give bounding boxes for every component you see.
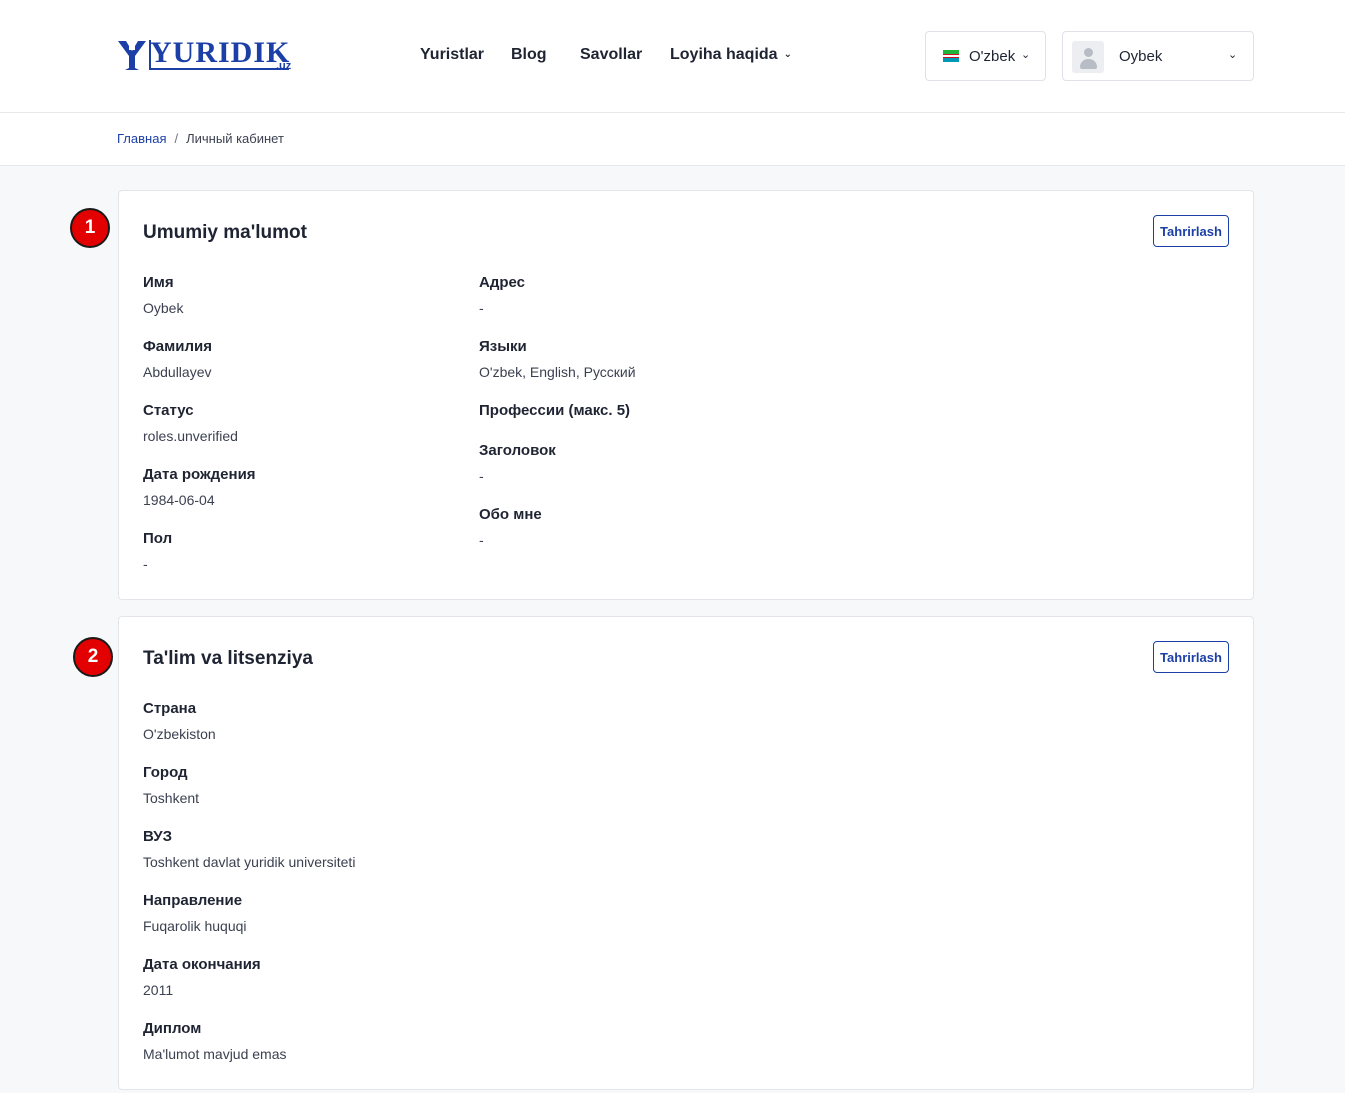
field-birth-date: Дата рождения 1984-06-04	[143, 466, 256, 508]
breadcrumb-bar: Главная / Личный кабинет	[0, 113, 1345, 166]
field-value: Ma'lumot mavjud emas	[143, 1046, 287, 1062]
site-header: YURIDIK .uz Yuristlar Blog Savollar Loyi…	[0, 0, 1345, 113]
logo-text: YURIDIK	[150, 36, 291, 69]
section-number-badge: 2	[73, 637, 113, 677]
field-label: Заголовок	[479, 442, 556, 459]
nav-blog[interactable]: Blog	[511, 46, 547, 64]
nav-loyiha-haqida-label: Loyiha haqida	[670, 46, 778, 63]
field-label: Дата рождения	[143, 466, 256, 483]
field-specialization: Направление Fuqarolik huquqi	[143, 892, 247, 934]
field-status: Статус roles.unverified	[143, 402, 238, 444]
field-label: Адрес	[479, 274, 526, 291]
logo-underline	[149, 68, 289, 70]
field-headline: Заголовок -	[479, 442, 556, 484]
field-gender: Пол -	[143, 530, 172, 572]
edit-button[interactable]: Tahrirlash	[1153, 215, 1229, 247]
field-label: Обо мне	[479, 506, 542, 523]
field-languages: Языки O'zbek, English, Русский	[479, 338, 636, 380]
field-value: O'zbekiston	[143, 726, 216, 742]
chevron-down-icon: ⌄	[1021, 49, 1031, 61]
field-last-name: Фамилия Abdullayev	[143, 338, 212, 380]
edit-button[interactable]: Tahrirlash	[1153, 641, 1229, 673]
field-label: Языки	[479, 338, 527, 355]
field-label: Дата окончания	[143, 956, 261, 973]
field-value: -	[143, 556, 148, 572]
field-value: -	[479, 532, 484, 548]
field-label: Диплом	[143, 1020, 202, 1037]
field-label: Пол	[143, 530, 173, 547]
user-avatar-icon	[1084, 48, 1093, 57]
field-city: Город Toshkent	[143, 764, 199, 806]
field-label: Фамилия	[143, 338, 212, 355]
field-about: Обо мне -	[479, 506, 542, 548]
field-professions: Профессии (макс. 5)	[479, 402, 630, 419]
uzbek-flag-icon	[943, 50, 959, 62]
logo-suffix: .uz	[276, 60, 292, 72]
field-label: Статус	[143, 402, 194, 419]
breadcrumb-current: Личный кабинет	[186, 131, 284, 146]
field-diploma: Диплом Ma'lumot mavjud emas	[143, 1020, 287, 1062]
field-value: 1984-06-04	[143, 492, 215, 508]
field-value: Toshkent davlat yuridik universiteti	[143, 854, 356, 870]
field-value: Oybek	[143, 300, 184, 316]
field-country: Страна O'zbekiston	[143, 700, 216, 742]
avatar	[1072, 41, 1104, 73]
field-label: Имя	[143, 274, 174, 291]
field-value: Fuqarolik huquqi	[143, 918, 247, 934]
field-value: Abdullayev	[143, 364, 212, 380]
site-logo[interactable]: YURIDIK .uz	[117, 38, 297, 74]
nav-yuristlar[interactable]: Yuristlar	[420, 46, 484, 64]
chevron-down-icon: ⌄	[1228, 49, 1238, 61]
language-select[interactable]: O'zbek ⌄	[925, 31, 1046, 81]
nav-loyiha-haqida[interactable]: Loyiha haqida ⌄	[670, 46, 792, 64]
field-label: ВУЗ	[143, 828, 172, 845]
section-number-badge: 1	[70, 208, 110, 248]
education-license-card: Ta'lim va litsenziya Tahrirlash Страна O…	[118, 616, 1254, 1090]
breadcrumb-home[interactable]: Главная	[117, 131, 166, 146]
field-first-name: Имя Oybek	[143, 274, 183, 316]
field-graduation-year: Дата окончания 2011	[143, 956, 261, 998]
field-label: Страна	[143, 700, 197, 717]
language-label: O'zbek	[969, 48, 1016, 65]
field-value: roles.unverified	[143, 428, 238, 444]
field-university: ВУЗ Toshkent davlat yuridik universiteti	[143, 828, 355, 870]
user-menu[interactable]: Oybek ⌄	[1062, 31, 1254, 81]
breadcrumb: Главная / Личный кабинет	[117, 131, 284, 146]
field-address: Адрес -	[479, 274, 525, 316]
field-value: -	[479, 300, 484, 316]
chevron-down-icon: ⌄	[783, 49, 792, 60]
field-label: Профессии (макс. 5)	[479, 402, 631, 419]
user-name: Oybek	[1119, 48, 1163, 65]
breadcrumb-separator: /	[174, 131, 179, 146]
field-value: Toshkent	[143, 790, 200, 806]
card-title: Umumiy ma'lumot	[143, 222, 307, 243]
field-label: Город	[143, 764, 188, 781]
nav-savollar[interactable]: Savollar	[580, 46, 642, 64]
field-value: 2011	[143, 982, 174, 998]
field-value: -	[479, 468, 484, 484]
general-info-card: Umumiy ma'lumot Tahrirlash Имя Oybek Фам…	[118, 190, 1254, 600]
field-value: O'zbek, English, Русский	[479, 364, 636, 380]
card-title: Ta'lim va litsenziya	[143, 648, 313, 669]
logo-emblem-icon	[118, 41, 146, 70]
field-label: Направление	[143, 892, 243, 909]
